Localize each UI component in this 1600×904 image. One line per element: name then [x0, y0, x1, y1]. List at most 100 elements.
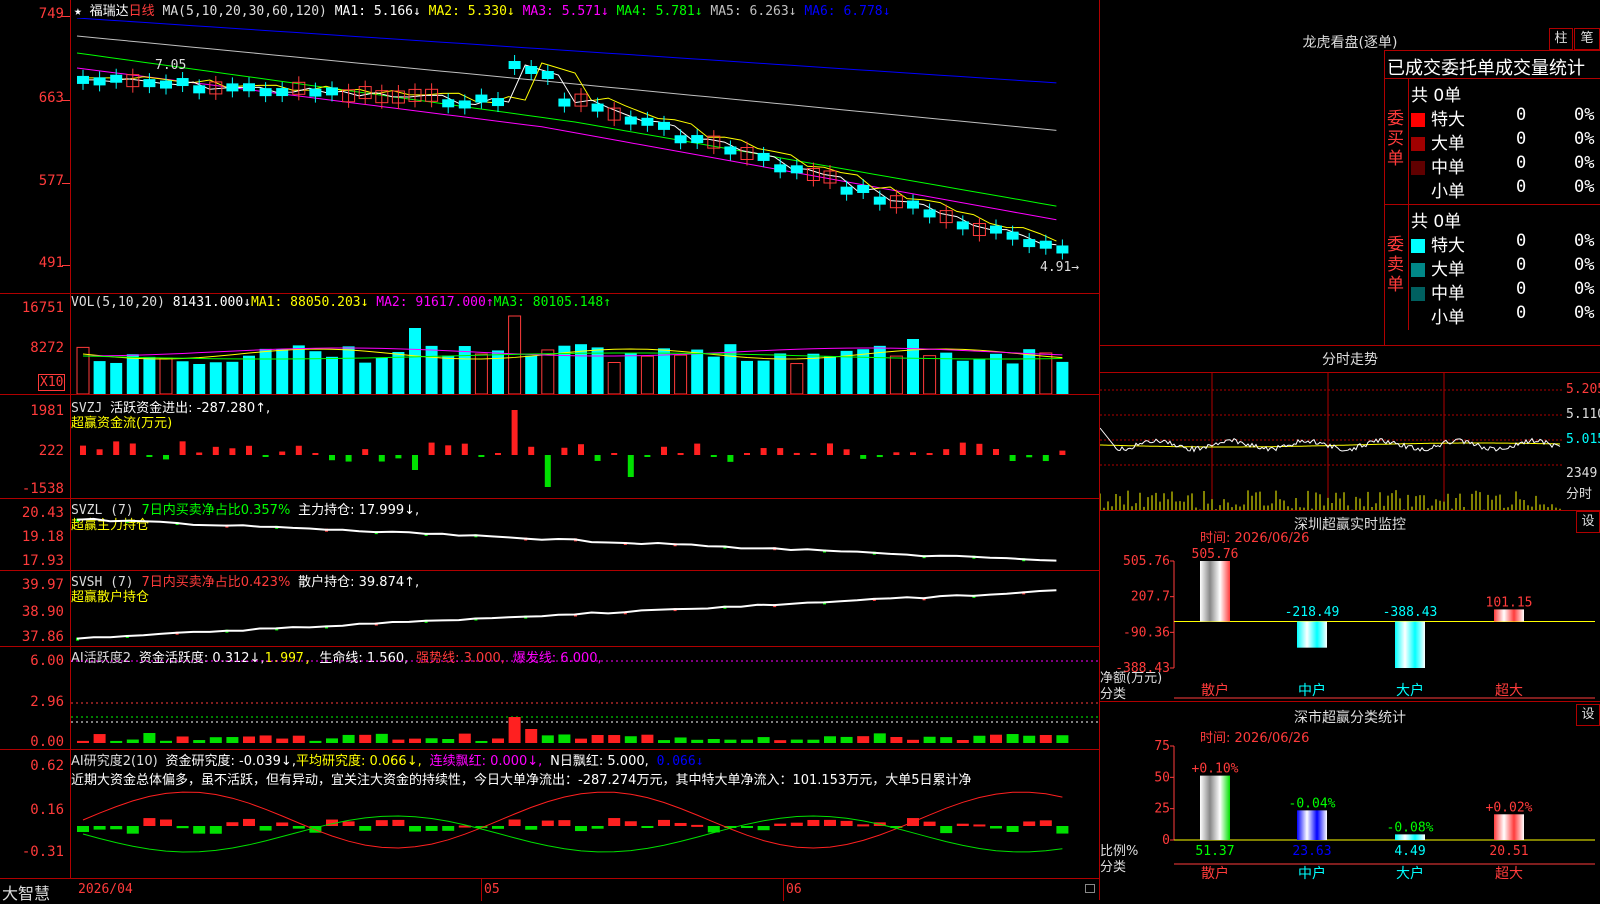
volume-bar-down	[193, 363, 206, 394]
active-bar	[176, 736, 189, 743]
candle-down	[558, 98, 571, 107]
sz-monitor-panel[interactable]: 深圳超赢实时监控 设 时间: 2026/06/26 505.76 207.7 -90…	[1100, 511, 1600, 702]
candle-down	[226, 83, 239, 92]
candle-down	[1006, 231, 1019, 240]
bar-change-label: +0.10%	[1192, 762, 1239, 777]
date-label: 2026/04	[78, 882, 133, 897]
intraday-panel[interactable]: 分时走势 5.205 5.110 5.015 2349 分时	[1100, 346, 1600, 511]
active-bar	[126, 739, 139, 743]
active-bar	[840, 736, 853, 743]
last-price-annotation: 4.91→	[1040, 260, 1080, 275]
svzj-axis: 1981 222 -1538	[0, 395, 68, 498]
volume-bar-down	[525, 355, 538, 394]
svsh-panel[interactable]: SVSH (7) 7日内买卖净占比0.423% 散户持仓: 39.874↑, 超…	[0, 571, 1100, 647]
research-bar	[77, 826, 89, 832]
active-bar	[209, 737, 222, 743]
research-bar	[226, 822, 239, 826]
axis-label: 222	[38, 443, 64, 459]
flow-bar	[295, 445, 302, 455]
active-bar	[890, 736, 903, 743]
color-swatch	[1411, 287, 1425, 301]
ma-line	[76, 52, 1057, 207]
research-bar	[741, 826, 753, 828]
sz-monitor-chart[interactable]: 505.76 207.7 -90.36 -388.43 505.76 散户 -218.49 中…	[1100, 511, 1600, 701]
volume-bar-up	[159, 357, 173, 394]
category-label: 大户	[1396, 682, 1424, 699]
tick-view-button[interactable]: 笔	[1574, 28, 1600, 50]
svzl-chart[interactable]	[71, 499, 1099, 570]
ai-research-chart[interactable]	[71, 750, 1099, 862]
svzj-chart[interactable]	[71, 395, 1099, 498]
volume-chart[interactable]	[71, 310, 1099, 394]
kline-chart[interactable]	[71, 18, 1099, 293]
flow-bar	[843, 449, 850, 455]
lhb-tab-border	[1384, 50, 1600, 51]
volume-bar-down	[442, 355, 455, 394]
color-swatch	[1411, 137, 1425, 151]
candle-down	[990, 225, 1002, 234]
vol-unit-badge[interactable]: X10	[38, 374, 66, 391]
period-label[interactable]: 日线	[129, 4, 155, 19]
svsh-axis: 39.97 38.90 37.86	[0, 571, 68, 646]
axis-label: 19.18	[21, 529, 64, 545]
order-row: 特大 0 0%	[1411, 105, 1600, 130]
category-label: 超大	[1495, 866, 1523, 882]
flow-bar	[544, 455, 551, 487]
svsh-chart[interactable]	[71, 571, 1099, 646]
candle-down	[93, 77, 106, 86]
volume-bar-up	[474, 353, 488, 394]
order-count: 0	[1516, 279, 1527, 299]
volume-panel[interactable]: VOL(5,10,20) 81431.000↓MA1: 88050.203↓ M…	[0, 294, 1100, 395]
vol-ma1: MA1: 88050.203↓	[251, 295, 369, 310]
order-row: 小单 0 0%	[1411, 303, 1600, 328]
research-bar	[824, 819, 836, 826]
candle-down	[857, 184, 870, 193]
brand-logo[interactable]: 大智慧	[2, 880, 50, 904]
svzj-panel[interactable]: SVZJ 活跃资金进出: -287.280↑, 超赢资金流(万元) 1981 2…	[0, 395, 1100, 499]
flow-bar	[146, 455, 153, 457]
flow-bar	[893, 452, 900, 455]
category-label: 大户	[1396, 865, 1424, 882]
sell-label: 委卖单	[1387, 235, 1404, 295]
monitor-bar	[1494, 609, 1524, 622]
lock-icon[interactable]	[1085, 884, 1095, 893]
active-bar	[342, 734, 355, 743]
volume-bar-down	[492, 350, 504, 394]
bar-view-button[interactable]: 柱	[1549, 28, 1573, 50]
category-label: 散户	[1201, 865, 1229, 882]
ai-active-chart[interactable]	[71, 647, 1099, 749]
lhb-panel[interactable]: 龙虎看盘(逐单) 柱 笔 已成交委托单成交量统计 委买单 共 0单 特大 0 0% 大…	[1100, 0, 1600, 346]
intraday-chart[interactable]	[1100, 373, 1564, 510]
flow-bar	[246, 445, 252, 455]
active-bar	[658, 740, 670, 743]
research-bar	[956, 823, 969, 826]
candle-down	[492, 98, 504, 107]
lhb-tabs[interactable]: 已成交委托单成交量统计	[1387, 54, 1585, 80]
sz-class-chart[interactable]: 75 50 25 0 +0.10% 51.37 散户 -0.04% 23.63 中户 -0.08% 4…	[1100, 702, 1600, 900]
research-bar	[840, 820, 853, 826]
ma-line	[77, 64, 1057, 246]
axis-label: 0.16	[30, 802, 64, 818]
class-bar	[1297, 810, 1327, 840]
ma-value: MA2: 5.330↓	[428, 4, 523, 19]
research-bar	[243, 818, 255, 826]
volume-bar-down	[691, 349, 704, 394]
ai-research-panel[interactable]: AI研究度2(10) 资金研究度: -0.039↓,平均研究度: 0.066↓,…	[0, 750, 1100, 862]
y-tick-label: 25	[1154, 802, 1170, 817]
color-swatch	[1411, 311, 1425, 325]
active-bar	[591, 734, 604, 743]
order-type: 大单	[1431, 260, 1465, 280]
intraday-axis-label: 5.110	[1566, 407, 1600, 422]
research-bar	[409, 826, 421, 832]
svzl-panel[interactable]: SVZL (7) 7日内买卖净占比0.357% 主力持仓: 17.999↓, 超…	[0, 499, 1100, 571]
active-bar	[243, 736, 255, 743]
favorite-star-icon[interactable]: ★	[74, 4, 82, 19]
ai-active-panel[interactable]: AI活跃度2 资金活跃度: 0.312↓,1.997, 生命线: 1.560, …	[0, 647, 1100, 750]
candle-down	[907, 200, 919, 209]
sz-class-panel[interactable]: 深市超赢分类统计 设 时间: 2026/06/26 75 50 25 0 +0.10% 5…	[1100, 702, 1600, 900]
volume-bar-down	[990, 353, 1002, 394]
flow-bar	[744, 453, 750, 455]
volume-bar-down	[392, 351, 405, 394]
kline-panel[interactable]: ★ 福瑞达日线 MA(5,10,20,30,60,120) MA1: 5.166…	[0, 0, 1100, 294]
axis-label: -1538	[21, 481, 64, 497]
